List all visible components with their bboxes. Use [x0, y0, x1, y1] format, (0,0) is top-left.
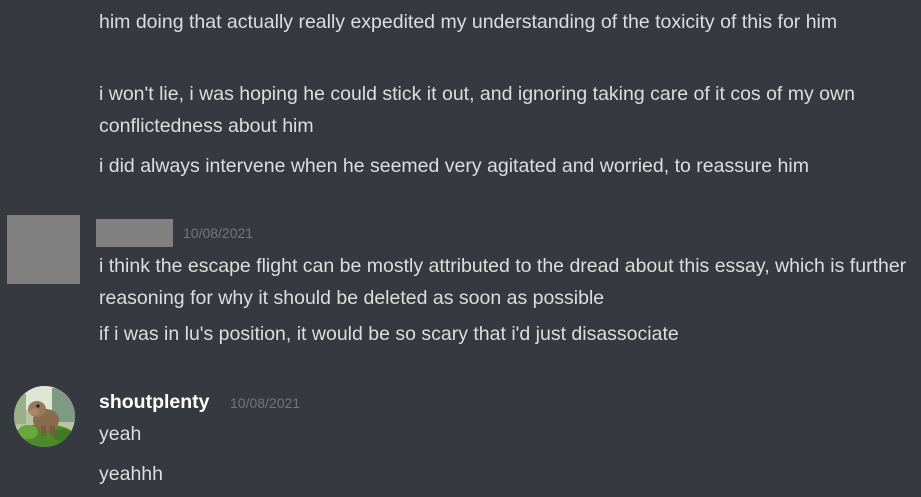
redacted-avatar-icon[interactable] — [7, 215, 80, 284]
message-text: i think the escape flight can be mostly … — [99, 255, 907, 309]
message-username[interactable]: shoutplenty — [99, 389, 210, 415]
message-timestamp: 10/08/2021 — [230, 395, 301, 411]
message-text: yeahhh — [99, 463, 163, 485]
chat-message-list: him doing that actually really expedited… — [0, 0, 921, 497]
user-avatar-icon[interactable] — [14, 386, 75, 447]
message-text: i won't lie, i was hoping he could stick… — [99, 83, 855, 137]
avatar-image — [14, 386, 75, 447]
message-text: him doing that actually really expedited… — [99, 11, 838, 33]
redacted-username[interactable] — [96, 219, 173, 247]
message-text: i did always intervene when he seemed ve… — [99, 155, 809, 177]
message-timestamp: 10/08/2021 — [183, 225, 254, 241]
message-text: if i was in lu's position, it would be s… — [99, 323, 679, 345]
message-text: yeah — [99, 423, 142, 445]
